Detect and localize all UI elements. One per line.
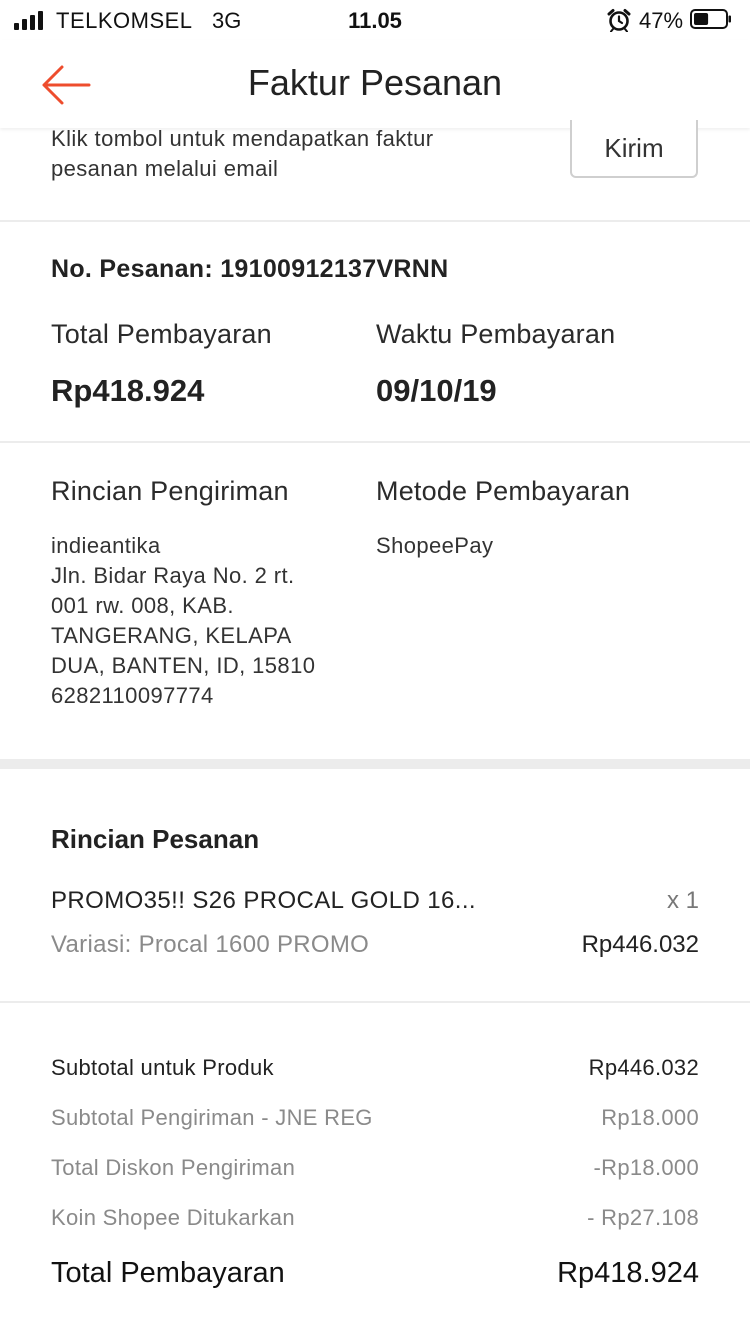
battery-percent: 47% [639, 8, 684, 33]
summary-label: Total Diskon Pengiriman [51, 1155, 296, 1180]
product-variation: Variasi: Procal 1600 PROMO [51, 931, 370, 958]
shipping-address: indieantika Jln. Bidar Raya No. 2 rt. 00… [51, 531, 351, 711]
payment-method-value: ShopeePay [376, 533, 494, 558]
order-details-title: Rincian Pesanan [51, 824, 260, 854]
payment-method-label: Metode Pembayaran [376, 476, 631, 506]
grand-total-label: Total Pembayaran [51, 1257, 285, 1289]
summary-row: Subtotal untuk Produk Rp446.032 [51, 1055, 699, 1087]
order-number: No. Pesanan: 19100912137VRNN [51, 255, 449, 283]
divider [0, 220, 750, 222]
navigation-bar: Faktur Pesanan [0, 40, 750, 128]
summary-value: -Rp18.000 [593, 1155, 699, 1180]
divider [0, 441, 750, 443]
payment-time-label: Waktu Pembayaran [376, 319, 616, 349]
shipping-details-label: Rincian Pengiriman [51, 476, 289, 506]
product-name: PROMO35!! S26 PROCAL GOLD 16... [51, 887, 476, 914]
address-line: 6282110097774 [51, 683, 214, 708]
payment-time-value: 09/10/19 [376, 373, 497, 408]
email-invoice-line: Klik tombol untuk mendapatkan faktur [51, 126, 434, 151]
email-invoice-line: pesanan melalui email [51, 156, 279, 181]
status-time: 11.05 [348, 8, 402, 33]
summary-value: Rp446.032 [588, 1055, 699, 1080]
address-line: indieantika [51, 533, 161, 558]
send-invoice-button[interactable]: Kirim [570, 120, 698, 178]
address-line: TANGERANG, KELAPA [51, 623, 292, 648]
status-bar: TELKOMSEL 3G 11.05 47% [0, 0, 750, 40]
summary-label: Subtotal Pengiriman - JNE REG [51, 1105, 373, 1130]
summary-row: Koin Shopee Ditukarkan - Rp27.108 [51, 1205, 699, 1237]
section-separator [0, 759, 750, 769]
summary-value: Rp18.000 [601, 1105, 699, 1130]
summary-row: Total Diskon Pengiriman -Rp18.000 [51, 1155, 699, 1187]
battery-icon [690, 9, 731, 29]
summary-row: Subtotal Pengiriman - JNE REG Rp18.000 [51, 1105, 699, 1137]
address-line: Jln. Bidar Raya No. 2 rt. [51, 563, 295, 588]
alarm-clock-icon [607, 9, 631, 32]
summary-label: Koin Shopee Ditukarkan [51, 1205, 295, 1230]
divider [0, 1001, 750, 1003]
product-quantity: x 1 [666, 887, 699, 914]
product-price: Rp446.032 [581, 931, 699, 958]
total-payment-value: Rp418.924 [51, 373, 205, 408]
grand-total-value: Rp418.924 [557, 1257, 699, 1289]
address-line: 001 rw. 008, KAB. [51, 593, 234, 618]
total-payment-label: Total Pembayaran [51, 319, 272, 349]
summary-value: - Rp27.108 [587, 1205, 699, 1230]
address-line: DUA, BANTEN, ID, 15810 [51, 653, 316, 678]
email-invoice-section: Klik tombol untuk mendapatkan faktur pes… [0, 120, 750, 220]
summary-label: Subtotal untuk Produk [51, 1055, 274, 1080]
page-title: Faktur Pesanan [247, 62, 503, 103]
email-invoice-description: Klik tombol untuk mendapatkan faktur pes… [51, 124, 521, 184]
